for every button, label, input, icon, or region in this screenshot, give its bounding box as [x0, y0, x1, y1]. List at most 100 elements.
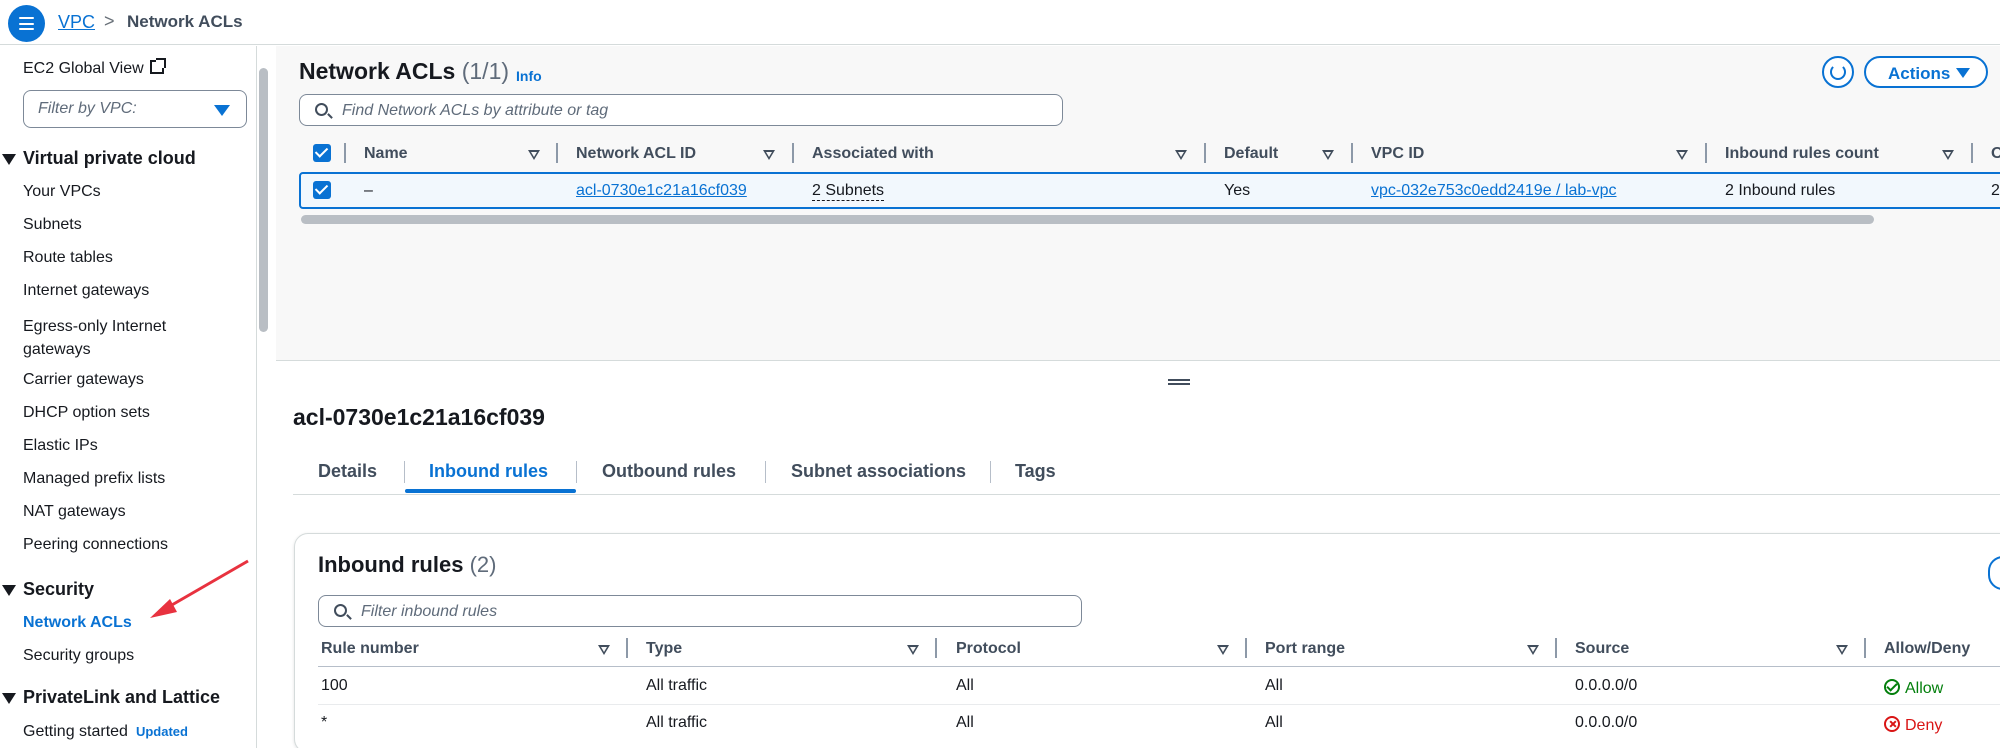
sort-icon[interactable] — [528, 150, 540, 160]
sidebar-item-getting-started[interactable]: Getting started Updated — [23, 723, 188, 741]
sort-icon[interactable] — [763, 150, 775, 160]
sort-icon[interactable] — [1175, 150, 1187, 160]
active-tab-indicator — [405, 489, 576, 493]
cell-port-range: All — [1265, 714, 1283, 731]
cell-allow-status: Allow — [1884, 677, 1943, 698]
cell-name: – — [364, 182, 373, 199]
sidebar-item-nat-gateways[interactable]: NAT gateways — [23, 503, 126, 521]
column-divider[interactable] — [1705, 143, 1707, 163]
sidebar-item-route-tables[interactable]: Route tables — [23, 249, 113, 267]
sidebar-item-your-vpcs[interactable]: Your VPCs — [23, 183, 101, 201]
column-header-vpc-id[interactable]: VPC ID — [1371, 145, 1424, 163]
page-title-count: (1/1) — [461, 58, 510, 84]
sidebar-item-elastic-ips[interactable]: Elastic IPs — [23, 437, 98, 455]
inbound-filter-input[interactable] — [361, 601, 1061, 623]
column-header-associated-with[interactable]: Associated with — [812, 145, 934, 163]
column-divider[interactable] — [1971, 143, 1973, 163]
refresh-icon — [1830, 64, 1846, 80]
sort-icon[interactable] — [1942, 150, 1954, 160]
expand-triangle-icon[interactable] — [2, 693, 16, 704]
column-header-network-acl-id[interactable]: Network ACL ID — [576, 145, 696, 163]
column-divider[interactable] — [1555, 638, 1557, 658]
acl-search-field[interactable] — [299, 94, 1063, 126]
tab-subnet-associations[interactable]: Subnet associations — [791, 461, 966, 482]
cell-source: 0.0.0.0/0 — [1575, 677, 1638, 694]
column-header-inbound-rules-count[interactable]: Inbound rules count — [1725, 145, 1879, 163]
actions-button[interactable]: Actions — [1864, 56, 1988, 88]
cell-deny-status: Deny — [1884, 714, 1942, 735]
sidebar-item-managed-prefix-lists[interactable]: Managed prefix lists — [23, 470, 165, 488]
sidebar-item-ec2-global-view[interactable]: EC2 Global View — [23, 58, 166, 78]
column-divider[interactable] — [935, 638, 937, 658]
column-header-rule-number[interactable]: Rule number — [321, 640, 419, 658]
page-title-text: Network ACLs — [299, 58, 456, 84]
section-virtual-private-cloud[interactable]: Virtual private cloud — [23, 148, 196, 169]
column-header-overflow[interactable]: O — [1991, 145, 2000, 163]
column-divider[interactable] — [1245, 638, 1247, 658]
column-header-allow-deny[interactable]: Allow/Deny — [1884, 640, 1970, 658]
sidebar-item-egress-only-internet-gateways[interactable]: Egress-only Internet gateways — [23, 315, 193, 361]
hamburger-menu-icon[interactable] — [8, 5, 45, 42]
sort-icon[interactable] — [1527, 645, 1539, 655]
acl-search-input[interactable] — [342, 100, 1042, 122]
vpc-filter-select[interactable]: Filter by VPC: — [23, 90, 247, 128]
tabs-divider-line — [293, 494, 2000, 495]
sidebar-item-security-groups[interactable]: Security groups — [23, 647, 134, 665]
section-security[interactable]: Security — [23, 579, 94, 600]
sidebar-item-network-acls[interactable]: Network ACLs — [23, 614, 132, 632]
table-horizontal-scrollbar[interactable] — [301, 215, 1874, 224]
tab-outbound-rules[interactable]: Outbound rules — [602, 461, 736, 482]
sidebar-item-carrier-gateways[interactable]: Carrier gateways — [23, 371, 144, 389]
cell-type: All traffic — [646, 714, 708, 731]
column-divider[interactable] — [1204, 143, 1206, 163]
column-header-source[interactable]: Source — [1575, 640, 1629, 658]
split-panel-drag-handle-icon[interactable] — [1168, 379, 1190, 385]
column-divider[interactable] — [792, 143, 794, 163]
sidebar-item-dhcp-option-sets[interactable]: DHCP option sets — [23, 404, 150, 422]
refresh-button[interactable] — [1822, 56, 1854, 88]
breadcrumb-separator-icon: > — [104, 11, 115, 31]
updated-badge: Updated — [135, 724, 188, 739]
column-header-protocol[interactable]: Protocol — [956, 640, 1021, 658]
column-header-default[interactable]: Default — [1224, 145, 1278, 163]
detail-title: acl-0730e1c21a16cf039 — [293, 404, 545, 430]
search-icon — [315, 103, 328, 116]
sort-icon[interactable] — [598, 645, 610, 655]
tab-inbound-rules[interactable]: Inbound rules — [429, 461, 548, 482]
row-checkbox[interactable] — [313, 181, 331, 199]
expand-triangle-icon[interactable] — [2, 154, 16, 165]
sidebar-item-peering-connections[interactable]: Peering connections — [23, 536, 168, 554]
cell-acl-id-link[interactable]: acl-0730e1c21a16cf039 — [576, 182, 747, 200]
breadcrumb-vpc-link[interactable]: VPC — [58, 12, 95, 33]
sidebar-item-subnets[interactable]: Subnets — [23, 216, 82, 234]
cell-associated-with[interactable]: 2 Subnets — [812, 182, 885, 201]
column-divider[interactable] — [1351, 143, 1353, 163]
expand-triangle-icon[interactable] — [2, 585, 16, 596]
sidebar-scrollbar[interactable] — [259, 68, 268, 332]
cell-default: Yes — [1224, 182, 1251, 199]
sort-icon[interactable] — [1676, 150, 1688, 160]
cell-vpc-id-link[interactable]: vpc-032e753c0edd2419e / lab-vpc — [1371, 182, 1617, 200]
sort-icon[interactable] — [907, 645, 919, 655]
sort-icon[interactable] — [1217, 645, 1229, 655]
info-link[interactable]: Info — [516, 68, 542, 84]
column-header-type[interactable]: Type — [646, 640, 682, 658]
sort-icon[interactable] — [1836, 645, 1848, 655]
sidebar-item-label: EC2 Global View — [23, 60, 144, 77]
cell-rule-number: 100 — [321, 677, 348, 694]
sidebar-item-internet-gateways[interactable]: Internet gateways — [23, 282, 149, 300]
column-header-port-range[interactable]: Port range — [1265, 640, 1345, 658]
sort-icon[interactable] — [1322, 150, 1334, 160]
column-divider[interactable] — [1864, 638, 1866, 658]
section-privatelink-and-lattice[interactable]: PrivateLink and Lattice — [23, 687, 220, 708]
inbound-filter-field[interactable] — [318, 595, 1082, 627]
tab-details[interactable]: Details — [318, 461, 377, 482]
tab-tags[interactable]: Tags — [1015, 461, 1056, 482]
tab-divider — [404, 461, 405, 483]
column-divider[interactable] — [556, 143, 558, 163]
actions-button-label: Actions — [1888, 64, 1951, 83]
column-header-name[interactable]: Name — [364, 145, 408, 163]
column-divider[interactable] — [626, 638, 628, 658]
page-title: Network ACLs (1/1) — [299, 58, 509, 85]
select-all-checkbox[interactable] — [313, 144, 331, 162]
